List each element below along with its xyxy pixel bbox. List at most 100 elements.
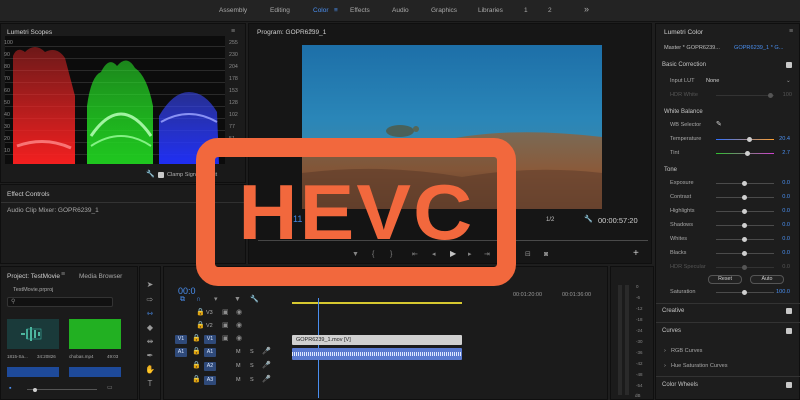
chevron-down-icon[interactable]: ⌄ bbox=[786, 78, 791, 84]
sync-icon[interactable]: ▣ bbox=[222, 335, 229, 342]
clamp-signal-checkbox[interactable] bbox=[158, 172, 164, 178]
workspace-tab-libraries[interactable]: Libraries bbox=[478, 7, 503, 14]
hand-tool-icon[interactable]: ✋ bbox=[143, 364, 157, 376]
contrast-value[interactable]: 0.0 bbox=[764, 194, 790, 200]
lock-icon[interactable]: 🔒 bbox=[196, 309, 205, 316]
hdr-specular-value[interactable]: 0.0 bbox=[764, 264, 790, 270]
workspace-tab-audio[interactable]: Audio bbox=[392, 7, 409, 14]
clip-select[interactable]: GOPR6239_1 * G... bbox=[734, 45, 783, 51]
add-marker-icon[interactable]: ▾ bbox=[214, 296, 218, 303]
creative-checkbox[interactable] bbox=[786, 308, 792, 314]
razor-tool-icon[interactable]: ◆ bbox=[143, 322, 157, 334]
project-tab[interactable]: Project: TestMovie bbox=[7, 273, 60, 280]
eye-icon[interactable]: ◉ bbox=[236, 322, 242, 329]
audio-clip[interactable] bbox=[292, 348, 462, 360]
list-view-icon[interactable]: ▪ bbox=[9, 385, 11, 392]
eye-icon[interactable]: ◉ bbox=[236, 335, 242, 342]
shadows-value[interactable]: 0.0 bbox=[764, 222, 790, 228]
solo-button[interactable]: S bbox=[250, 363, 254, 369]
panel-menu-icon[interactable]: ≡ bbox=[789, 28, 793, 35]
linked-selection-icon[interactable]: ∩ bbox=[196, 296, 201, 303]
snap-icon[interactable]: ⧉ bbox=[180, 296, 185, 303]
hue-sat-curves-toggle[interactable]: › bbox=[664, 363, 666, 369]
effect-controls-tab[interactable]: Effect Controls bbox=[7, 191, 50, 198]
track-select-icon[interactable]: ⇨ bbox=[143, 294, 157, 306]
workspace-tab-graphics[interactable]: Graphics bbox=[431, 7, 457, 14]
clip-thumbnail-green[interactable] bbox=[69, 319, 121, 349]
playback-resolution-select[interactable]: 1/2 bbox=[546, 217, 554, 223]
audio-clip-mixer-tab[interactable]: Audio Clip Mixer: GOPR6239_1 bbox=[7, 207, 99, 214]
eye-icon[interactable]: ◉ bbox=[236, 309, 242, 316]
add-button-icon[interactable]: + bbox=[633, 249, 639, 259]
track-a3[interactable]: A3 bbox=[204, 376, 216, 385]
creative-header[interactable]: Creative bbox=[662, 308, 684, 314]
wrench-icon[interactable]: 🔧 bbox=[584, 216, 593, 223]
sync-icon[interactable]: ▣ bbox=[222, 322, 229, 329]
clip-thumbnail-blue[interactable] bbox=[69, 367, 121, 377]
color-wheels-header[interactable]: Color Wheels bbox=[662, 382, 698, 388]
panel-menu-icon[interactable]: ≡ bbox=[61, 271, 65, 278]
source-track-v1[interactable]: V1 bbox=[175, 335, 187, 344]
whites-value[interactable]: 0.0 bbox=[764, 236, 790, 242]
solo-button[interactable]: S bbox=[250, 349, 254, 355]
extract-icon[interactable]: ⊟ bbox=[525, 251, 531, 258]
curves-header[interactable]: Curves bbox=[662, 328, 681, 334]
temperature-value[interactable]: 20.4 bbox=[764, 136, 790, 142]
color-wheels-checkbox[interactable] bbox=[786, 382, 792, 388]
mute-button[interactable]: M bbox=[236, 363, 241, 369]
marker-icon[interactable]: ▼ bbox=[234, 296, 241, 303]
white-balance-header[interactable]: White Balance bbox=[664, 109, 703, 115]
timeline-timecode[interactable]: 00:0 bbox=[178, 286, 196, 296]
workspace-tab-effects[interactable]: Effects bbox=[350, 7, 370, 14]
tone-header[interactable]: Tone bbox=[664, 167, 677, 173]
mute-button[interactable]: M bbox=[236, 349, 241, 355]
eyedropper-icon[interactable]: ✎ bbox=[716, 120, 722, 128]
pen-tool-icon[interactable]: ✒ bbox=[143, 350, 157, 362]
auto-button[interactable]: Auto bbox=[750, 275, 784, 284]
clip-thumbnail-blue[interactable] bbox=[7, 367, 59, 377]
lock-icon[interactable]: 🔒 bbox=[192, 376, 201, 383]
workspace-tab-1[interactable]: 1 bbox=[524, 7, 528, 14]
highlights-value[interactable]: 0.0 bbox=[764, 208, 790, 214]
workspace-tab-color[interactable]: Color bbox=[313, 7, 329, 14]
slip-tool-icon[interactable]: ⇹ bbox=[143, 336, 157, 348]
wrench-icon[interactable]: 🔧 bbox=[146, 171, 155, 178]
hue-sat-curves-label[interactable]: Hue Saturation Curves bbox=[671, 363, 728, 369]
video-clip[interactable]: GOPR6239_1.mov [V] bbox=[292, 335, 462, 345]
basic-correction-checkbox[interactable] bbox=[786, 62, 792, 68]
microphone-icon[interactable]: 🎤 bbox=[262, 348, 271, 355]
tint-value[interactable]: 2.7 bbox=[764, 150, 790, 156]
input-lut-select[interactable]: None bbox=[706, 78, 719, 84]
source-track-a1[interactable]: A1 bbox=[175, 348, 187, 357]
workspace-menu-icon[interactable]: ≡ bbox=[334, 7, 338, 14]
microphone-icon[interactable]: 🎤 bbox=[262, 376, 271, 383]
search-icon[interactable]: ⚲ bbox=[11, 298, 15, 305]
basic-correction-header[interactable]: Basic Correction bbox=[662, 62, 706, 68]
rgb-curves-label[interactable]: RGB Curves bbox=[671, 348, 702, 354]
saturation-value[interactable]: 100.0 bbox=[764, 289, 790, 295]
mute-button[interactable]: M bbox=[236, 377, 241, 383]
reset-button[interactable]: Reset bbox=[708, 275, 742, 284]
lock-icon[interactable]: 🔒 bbox=[192, 348, 201, 355]
microphone-icon[interactable]: 🎤 bbox=[262, 362, 271, 369]
lock-icon[interactable]: 🔒 bbox=[196, 322, 205, 329]
lock-icon[interactable]: 🔒 bbox=[192, 362, 201, 369]
workspace-tab-assembly[interactable]: Assembly bbox=[219, 7, 247, 14]
panel-menu-icon[interactable]: ≡ bbox=[231, 28, 235, 35]
curves-checkbox[interactable] bbox=[786, 328, 792, 334]
ripple-edit-icon[interactable]: ⇿ bbox=[143, 308, 157, 320]
bin-icon[interactable]: ▭ bbox=[107, 384, 113, 391]
sync-icon[interactable]: ▣ bbox=[222, 309, 229, 316]
overflow-icon[interactable]: » bbox=[584, 4, 589, 14]
selection-tool-icon[interactable]: ➤ bbox=[143, 279, 157, 291]
camera-icon[interactable]: ◙ bbox=[544, 251, 548, 258]
blacks-value[interactable]: 0.0 bbox=[764, 250, 790, 256]
workspace-tab-2[interactable]: 2 bbox=[548, 7, 552, 14]
workspace-tab-editing[interactable]: Editing bbox=[270, 7, 290, 14]
solo-button[interactable]: S bbox=[250, 377, 254, 383]
lock-icon[interactable]: 🔒 bbox=[192, 335, 201, 342]
rgb-curves-toggle[interactable]: › bbox=[664, 348, 666, 354]
track-a1[interactable]: A1 bbox=[204, 348, 216, 357]
track-v1[interactable]: V1 bbox=[204, 335, 216, 344]
project-search-input[interactable] bbox=[7, 297, 113, 307]
